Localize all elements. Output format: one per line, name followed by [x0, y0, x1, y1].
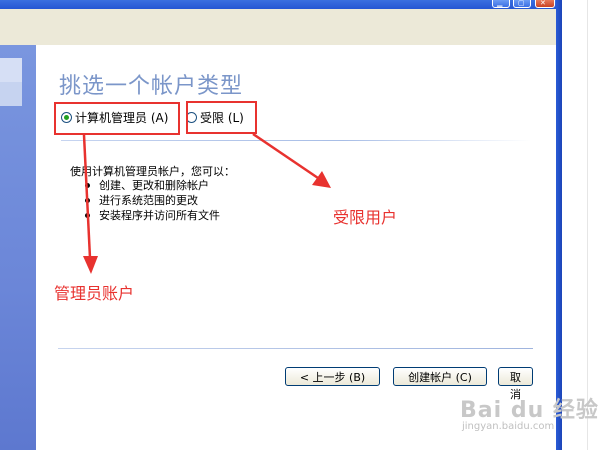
list-item-text: 创建、更改和删除帐户: [99, 179, 209, 192]
minimize-button[interactable]: ▁: [492, 0, 510, 8]
list-item-text: 进行系统范围的更改: [99, 194, 198, 207]
bullet-icon: [85, 198, 90, 203]
bottom-separator: [58, 348, 533, 349]
watermark-url: jingyan.baidu.com: [462, 421, 555, 432]
title-bar: [0, 0, 562, 9]
close-button[interactable]: ✕: [535, 0, 555, 8]
list-item-text: 安装程序并访问所有文件: [99, 209, 220, 222]
divider: [587, 0, 588, 450]
bullet-icon: [85, 213, 90, 218]
separator: [61, 140, 531, 141]
annotation-admin-account: 管理员账户: [54, 284, 135, 303]
left-panel-tab: [0, 58, 22, 82]
header-band: [0, 9, 556, 45]
background-area: [562, 0, 601, 450]
list-item: 进行系统范围的更改: [85, 193, 220, 208]
back-button[interactable]: < 上一步 (B): [285, 367, 380, 386]
minimize-icon: ▁: [497, 0, 503, 7]
list-item: 安装程序并访问所有文件: [85, 208, 220, 223]
left-panel: [0, 45, 36, 450]
bullet-icon: [85, 183, 90, 188]
list-item: 创建、更改和删除帐户: [85, 178, 220, 193]
close-icon: ✕: [540, 0, 546, 7]
maximize-icon: ▢: [518, 0, 525, 7]
annotation-box-limited: [186, 101, 257, 134]
annotation-box-admin: [54, 102, 180, 135]
cancel-button[interactable]: 取消: [498, 367, 533, 401]
capability-list: 创建、更改和删除帐户 进行系统范围的更改 安装程序并访问所有文件: [85, 178, 220, 223]
wizard-window: 挑选一个帐户类型 计算机管理员 (A) 受限 (L) 使用计算机管理员帐户，您可…: [0, 9, 556, 450]
maximize-button[interactable]: ▢: [513, 0, 531, 8]
create-account-button[interactable]: 创建帐户 (C): [393, 367, 487, 386]
page-title: 挑选一个帐户类型: [59, 74, 244, 99]
left-panel-tab: [0, 82, 22, 106]
annotation-limited-user: 受限用户: [333, 208, 398, 227]
watermark-logo: Bai du 经验: [460, 398, 599, 423]
account-description: 使用计算机管理员帐户，您可以：: [70, 165, 235, 178]
